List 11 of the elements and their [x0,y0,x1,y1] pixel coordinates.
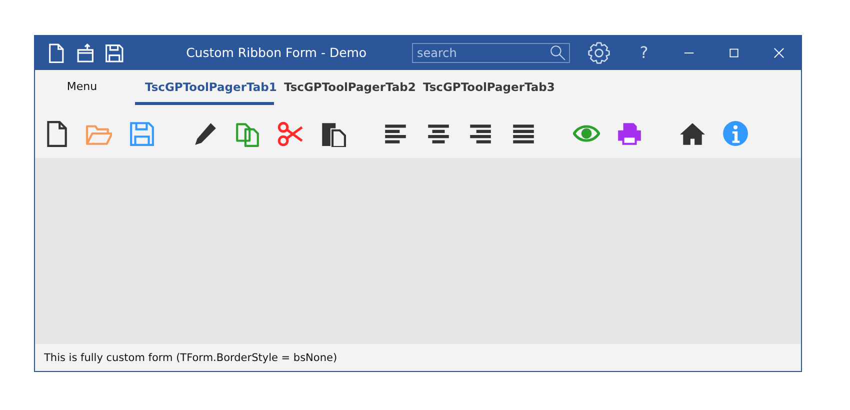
scissors-icon[interactable] [276,120,304,146]
upload-icon[interactable] [74,42,94,62]
status-text: This is fully custom form (TForm.BorderStyle = bsNone) [44,352,338,364]
tab[interactable]: TscGPToolPagerTab1 [135,71,274,105]
gear-icon[interactable] [587,40,611,64]
search-icon[interactable] [549,44,567,62]
menu-button[interactable]: Menu [35,71,129,105]
help-button[interactable]: ? [622,35,666,70]
info-icon[interactable] [722,120,749,146]
search-field[interactable]: search [412,42,570,62]
window-title: Custom Ribbon Form - Demo [185,45,368,60]
